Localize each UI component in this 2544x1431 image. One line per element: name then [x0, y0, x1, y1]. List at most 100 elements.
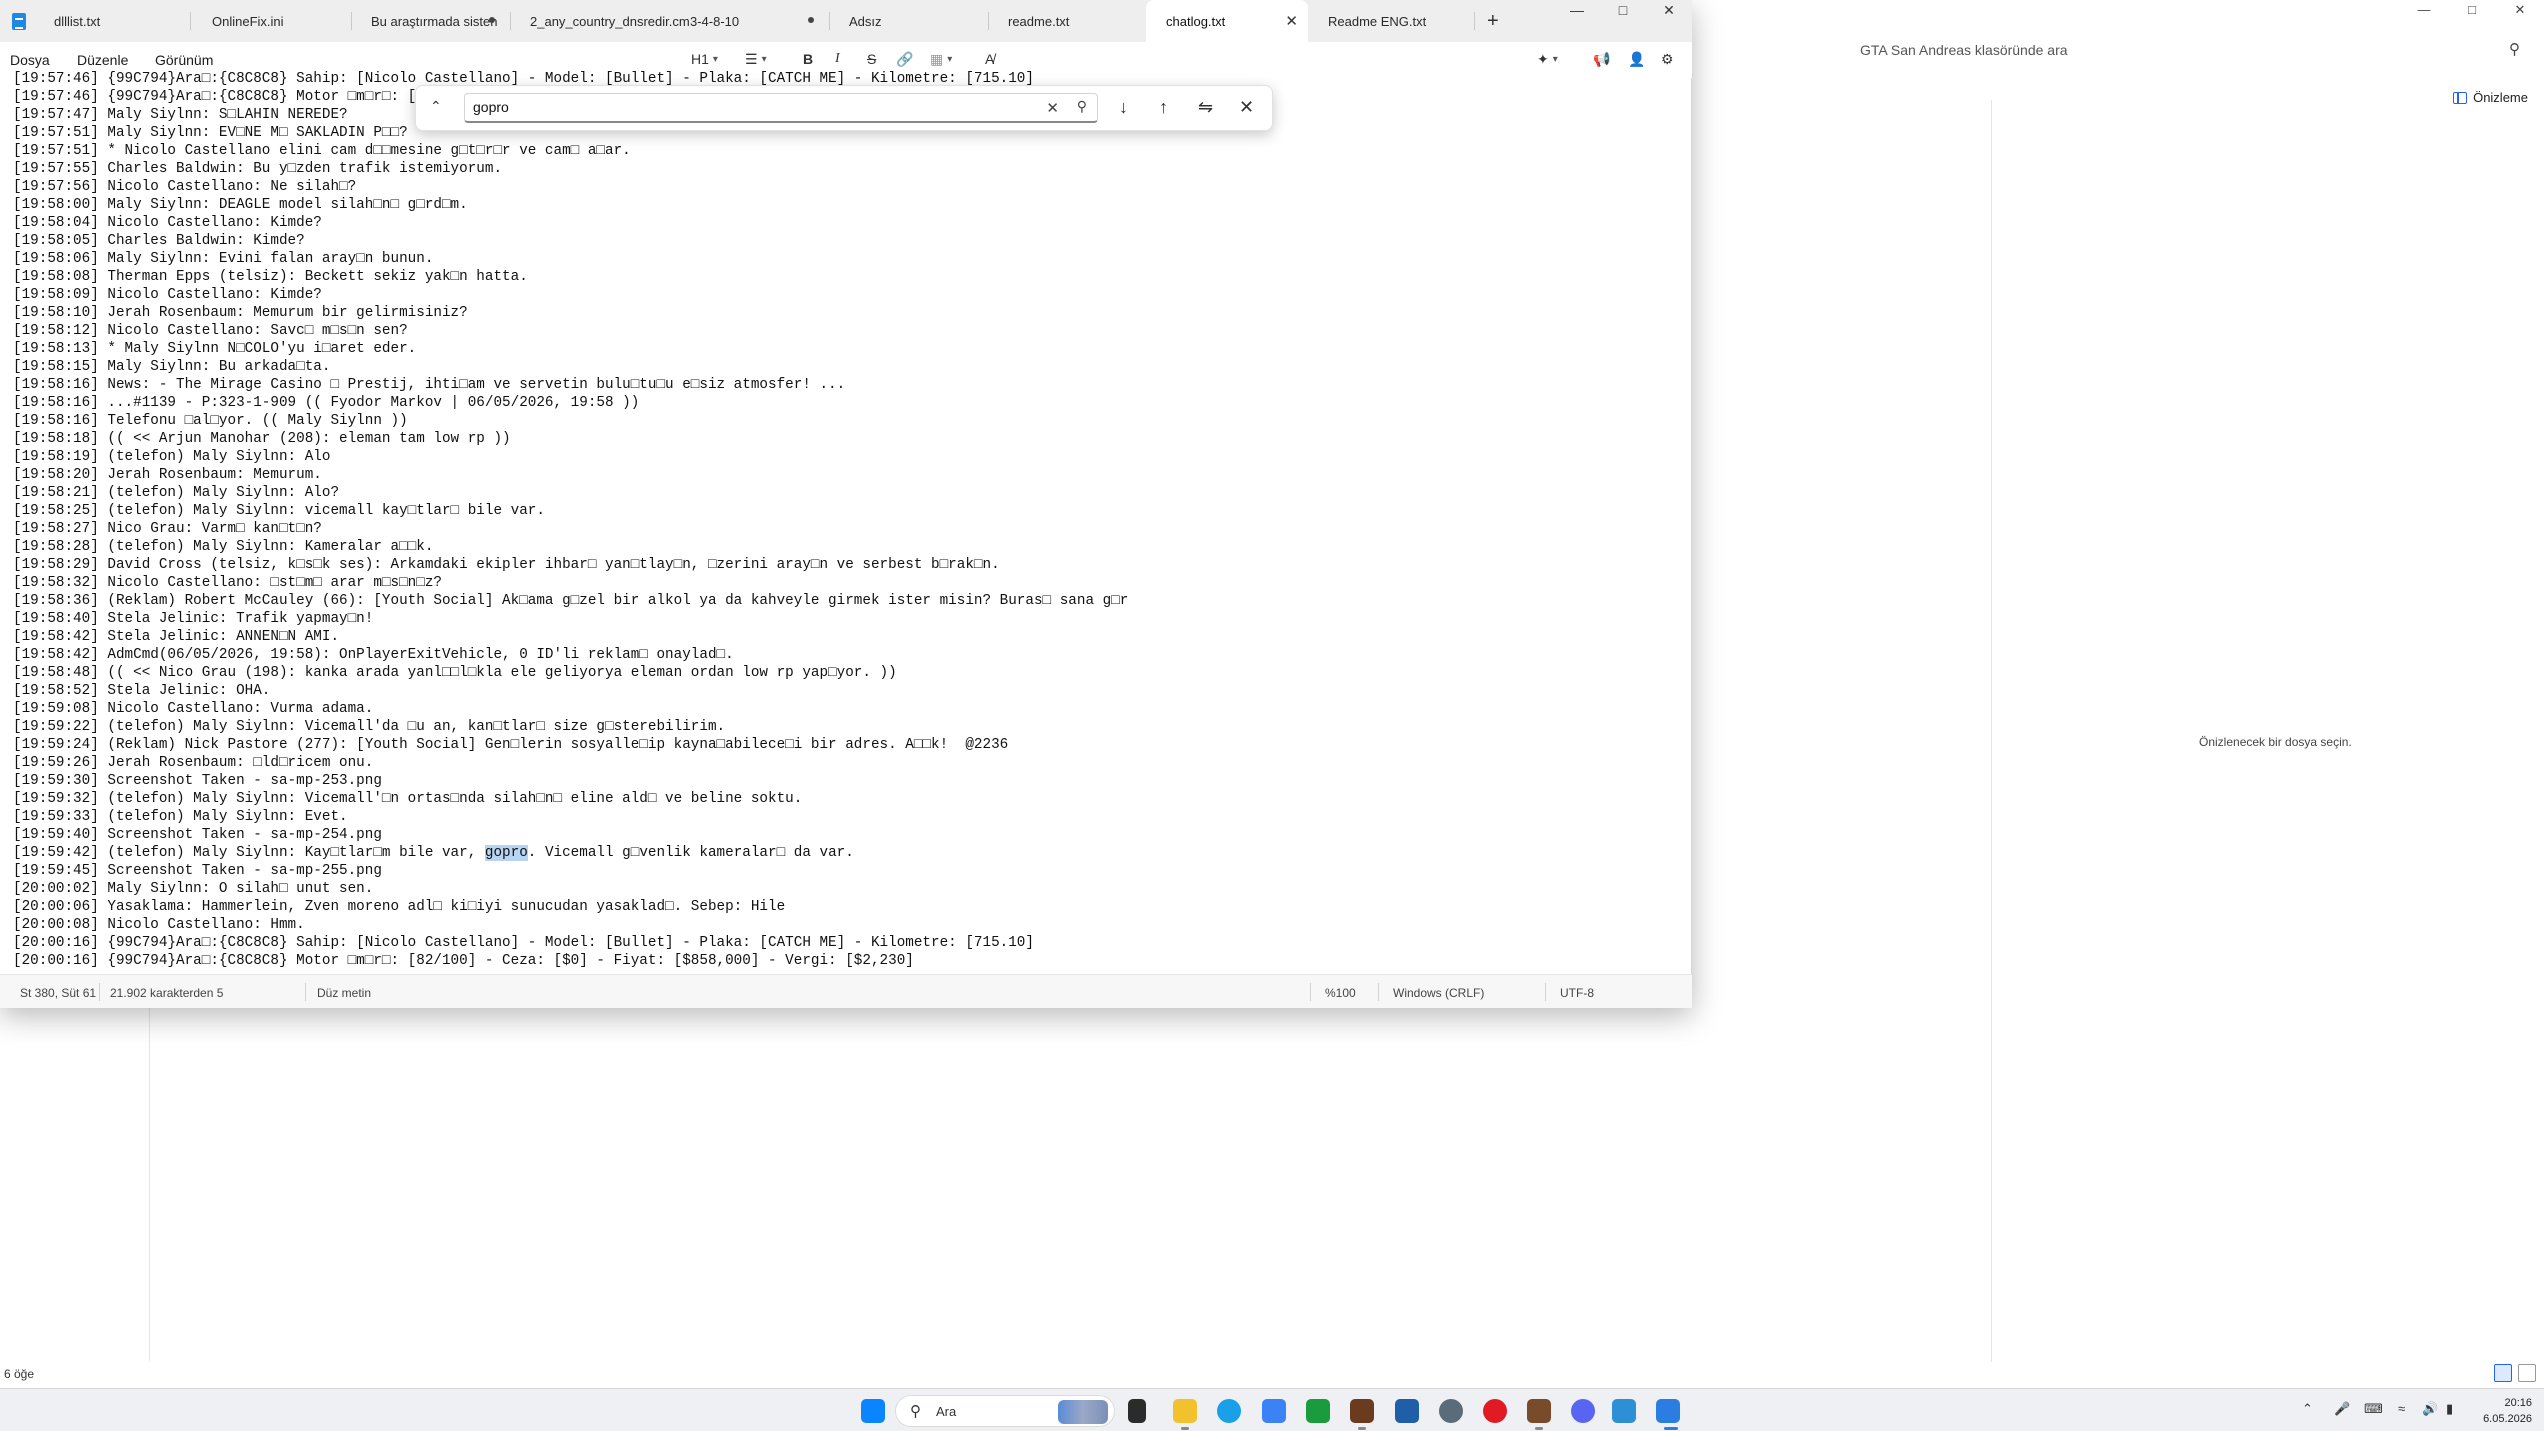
editor-line[interactable]: [19:57:55] Charles Baldwin: Bu y□zden tr… — [13, 160, 1692, 178]
chevron-up-icon[interactable]: ⌃ — [2302, 1401, 2313, 1417]
editor-line[interactable]: [20:00:02] Maly Siylnn: O silah□ unut se… — [13, 880, 1692, 898]
steam-icon[interactable] — [1439, 1399, 1463, 1423]
explorer-search-box[interactable]: GTA San Andreas klasöründe ara ⚲ — [1694, 33, 2530, 67]
editor-line[interactable]: [19:59:45] Screenshot Taken - sa-mp-255.… — [13, 862, 1692, 880]
editor-line[interactable]: [19:58:16] Telefonu □al□yor. (( Maly Siy… — [13, 412, 1692, 430]
editor-line[interactable]: [19:58:32] Nicolo Castellano: □st□m□ ara… — [13, 574, 1692, 592]
close-tab-icon[interactable]: ✕ — [1285, 12, 1298, 30]
maximize-icon[interactable]: □ — [1600, 0, 1646, 22]
heading-dropdown[interactable]: H1 ▾ — [691, 51, 718, 67]
editor-line[interactable]: [19:57:51] * Nicolo Castellano elini cam… — [13, 142, 1692, 160]
link-button[interactable]: 🔗 — [896, 51, 913, 68]
settings-app-icon[interactable] — [1262, 1399, 1286, 1423]
editor-line[interactable]: [19:59:08] Nicolo Castellano: Vurma adam… — [13, 700, 1692, 718]
game-launcher-icon[interactable] — [1350, 1399, 1374, 1423]
tab-chatlog[interactable]: chatlog.txt ✕ — [1146, 0, 1308, 42]
editor-line[interactable]: [19:59:24] (Reklam) Nick Pastore (277): … — [13, 736, 1692, 754]
text-format[interactable]: Düz metin — [317, 986, 371, 1000]
editor-line[interactable]: [19:57:56] Nicolo Castellano: Ne silah□? — [13, 178, 1692, 196]
clear-formatting-button[interactable]: A̸ — [985, 51, 994, 67]
editor-line[interactable]: [19:58:40] Stela Jelinic: Trafik yapmay□… — [13, 610, 1692, 628]
find-options-icon[interactable]: ⇋ — [1198, 97, 1213, 118]
task-view-icon[interactable] — [1128, 1399, 1146, 1423]
taskbar-search[interactable]: ⚲ Ara — [895, 1395, 1115, 1427]
table-dropdown[interactable]: ▦ ▾ — [930, 51, 952, 68]
editor-line[interactable]: [19:58:04] Nicolo Castellano: Kimde? — [13, 214, 1692, 232]
tab-dnsredir[interactable]: 2_any_country_dnsredir.cm 3-4-8-10 — [510, 0, 828, 42]
editor-line[interactable]: [19:58:27] Nico Grau: Varm□ kan□t□n? — [13, 520, 1692, 538]
microphone-icon[interactable]: 🎤 — [2334, 1401, 2350, 1417]
find-input-box[interactable]: ✕ ⚲ — [464, 93, 1098, 123]
editor-line[interactable]: [19:58:28] (telefon) Maly Siylnn: Kamera… — [13, 538, 1692, 556]
navigation-pane-divider[interactable] — [149, 1005, 150, 1361]
large-icons-view-icon[interactable] — [2518, 1364, 2536, 1382]
battery-icon[interactable]: ▮ — [2446, 1401, 2453, 1417]
find-next-icon[interactable]: ↓ — [1119, 97, 1128, 118]
new-tab-icon[interactable]: + — [1487, 10, 1499, 33]
editor-line[interactable]: [19:58:48] (( << Nico Grau (198): kanka … — [13, 664, 1692, 682]
wifi-icon[interactable]: ≈ — [2398, 1401, 2405, 1416]
clear-icon[interactable]: ✕ — [1046, 99, 1059, 117]
editor-line[interactable]: [19:59:32] (telefon) Maly Siylnn: Vicema… — [13, 790, 1692, 808]
editor-line[interactable]: [19:58:10] Jerah Rosenbaum: Memurum bir … — [13, 304, 1692, 322]
chevron-up-icon[interactable]: ⌃ — [430, 98, 442, 115]
tab-readme[interactable]: readme.txt — [988, 0, 1146, 42]
strikethrough-button[interactable]: S — [867, 51, 876, 67]
volume-icon[interactable]: 🔊 — [2422, 1401, 2438, 1417]
editor-line[interactable]: [19:58:00] Maly Siylnn: DEAGLE model sil… — [13, 196, 1692, 214]
tab-bu-arastirmada[interactable]: Bu araştırmada sisten — [351, 0, 509, 42]
keyboard-icon[interactable]: ⌨ — [2364, 1401, 2383, 1417]
tab-dlllist[interactable]: dlllist.txt — [34, 0, 189, 42]
account-button[interactable]: 👤 — [1628, 51, 1645, 68]
notepad-taskbar-icon[interactable] — [1656, 1399, 1680, 1423]
photos-icon[interactable] — [1395, 1399, 1419, 1423]
close-icon[interactable]: ✕ — [2496, 0, 2544, 20]
windows-start-icon[interactable] — [861, 1399, 885, 1423]
close-icon[interactable]: ✕ — [1646, 0, 1692, 22]
search-icon[interactable]: ⚲ — [2509, 40, 2520, 58]
editor-line[interactable]: [19:58:16] ...#1139 - P:323-1-909 (( Fyo… — [13, 394, 1692, 412]
editor-line[interactable]: [19:58:15] Maly Siylnn: Bu arkada□ta. — [13, 358, 1692, 376]
paint-icon[interactable] — [1612, 1399, 1636, 1423]
text-editor[interactable]: [19:57:46] {99C794}Ara□:{C8C8C8} Sahip: … — [0, 70, 1692, 974]
tab-onlinefix[interactable]: OnlineFix.ini — [192, 0, 350, 42]
editor-line[interactable]: [19:58:06] Maly Siylnn: Evini falan aray… — [13, 250, 1692, 268]
edge-icon[interactable] — [1217, 1399, 1241, 1423]
editor-line[interactable]: [19:58:21] (telefon) Maly Siylnn: Alo? — [13, 484, 1692, 502]
preview-pane-button[interactable]: Önizleme — [2453, 90, 2528, 105]
menu-view[interactable]: Görünüm — [155, 52, 213, 68]
editor-line[interactable]: [19:59:40] Screenshot Taken - sa-mp-254.… — [13, 826, 1692, 844]
editor-line[interactable]: [19:58:20] Jerah Rosenbaum: Memurum. — [13, 466, 1692, 484]
maximize-icon[interactable]: □ — [2448, 0, 2496, 20]
editor-line[interactable]: [19:58:09] Nicolo Castellano: Kimde? — [13, 286, 1692, 304]
editor-line[interactable]: [20:00:16] {99C794}Ara□:{C8C8C8} Sahip: … — [13, 934, 1692, 952]
editor-content[interactable]: [19:57:46] {99C794}Ara□:{C8C8C8} Sahip: … — [0, 70, 1692, 970]
discord-icon[interactable] — [1571, 1399, 1595, 1423]
editor-line[interactable]: [20:00:08] Nicolo Castellano: Hmm. — [13, 916, 1692, 934]
minimize-icon[interactable]: — — [1554, 0, 1600, 22]
close-find-icon[interactable]: ✕ — [1239, 97, 1254, 118]
editor-line[interactable]: [19:58:12] Nicolo Castellano: Savc□ m□s□… — [13, 322, 1692, 340]
zoom-level[interactable]: %100 — [1325, 986, 1356, 1000]
editor-line[interactable]: [19:58:05] Charles Baldwin: Kimde? — [13, 232, 1692, 250]
menu-file[interactable]: Dosya — [10, 52, 50, 68]
game-icon[interactable] — [1527, 1399, 1551, 1423]
list-dropdown[interactable]: ☰ ▾ — [745, 51, 767, 68]
search-icon[interactable]: ⚲ — [1077, 98, 1087, 115]
editor-line[interactable]: [19:58:19] (telefon) Maly Siylnn: Alo — [13, 448, 1692, 466]
tab-adsiz[interactable]: Adsız — [829, 0, 987, 42]
editor-line[interactable]: [19:58:29] David Cross (telsiz, k□s□k se… — [13, 556, 1692, 574]
editor-line[interactable]: [19:59:33] (telefon) Maly Siylnn: Evet. — [13, 808, 1692, 826]
editor-line[interactable]: [19:59:42] (telefon) Maly Siylnn: Kay□tl… — [13, 844, 1692, 862]
file-explorer-icon[interactable] — [1173, 1399, 1197, 1423]
editor-line[interactable]: [19:59:30] Screenshot Taken - sa-mp-253.… — [13, 772, 1692, 790]
editor-line[interactable]: [19:58:52] Stela Jelinic: OHA. — [13, 682, 1692, 700]
xbox-icon[interactable] — [1306, 1399, 1330, 1423]
editor-line[interactable]: [19:58:08] Therman Epps (telsiz): Becket… — [13, 268, 1692, 286]
editor-line[interactable]: [19:59:26] Jerah Rosenbaum: □ld□ricem on… — [13, 754, 1692, 772]
editor-line[interactable]: [20:00:06] Yasaklama: Hammerlein, Zven m… — [13, 898, 1692, 916]
editor-line[interactable]: [19:58:42] AdmCmd(06/05/2026, 19:58): On… — [13, 646, 1692, 664]
opera-icon[interactable] — [1483, 1399, 1507, 1423]
editor-line[interactable]: [19:58:13] * Maly Siylnn N□COLO'yu i□are… — [13, 340, 1692, 358]
editor-line[interactable]: [19:58:18] (( << Arjun Manohar (208): el… — [13, 430, 1692, 448]
